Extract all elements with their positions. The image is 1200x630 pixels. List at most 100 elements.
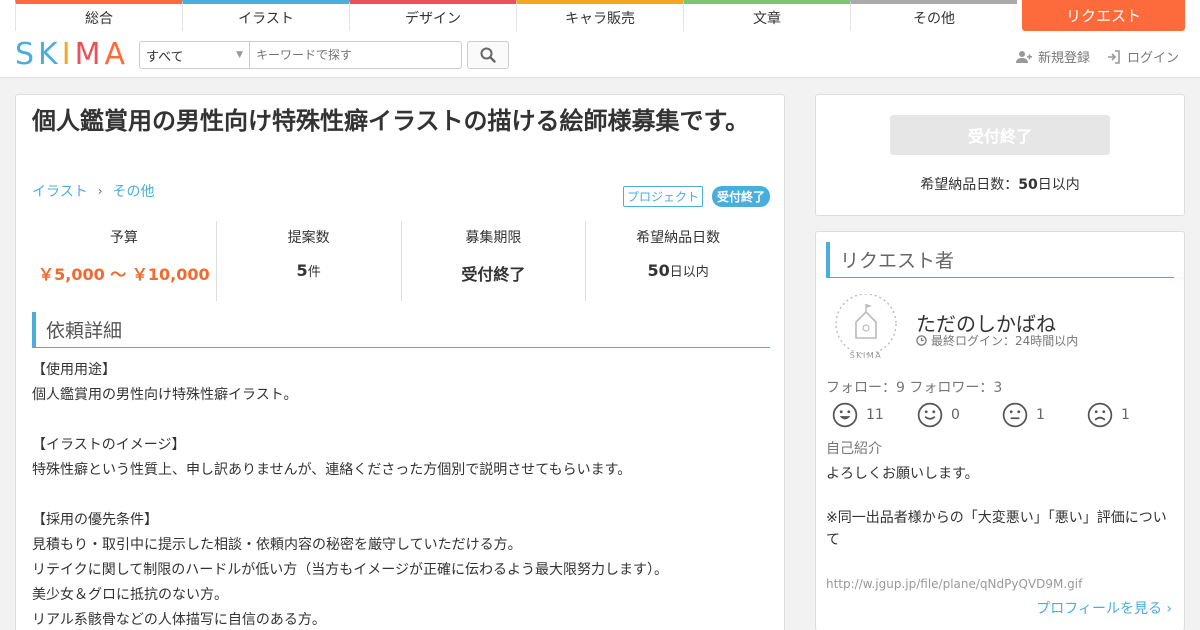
logo-letter: A <box>104 37 130 72</box>
logo-letter: K <box>38 37 62 72</box>
project-tag: プロジェクト <box>623 186 703 207</box>
closed-button: 受付終了 <box>890 115 1110 155</box>
nav-category-4[interactable]: 文章 <box>683 0 850 31</box>
rating-item: 11 <box>832 402 917 428</box>
status-badge: 受付終了 <box>712 186 770 207</box>
rating-item: 0 <box>917 402 1002 428</box>
detail-line: 【使用用途】 <box>32 362 116 378</box>
clock-icon <box>916 335 927 346</box>
detail-line: 美少女＆グロに抵抗のない方。 <box>32 587 228 603</box>
sidebar-delivery-prefix: 希望納品日数： <box>920 177 1019 193</box>
intro-heading: 自己紹介 <box>826 441 882 457</box>
proposals-num: 5 <box>296 261 308 280</box>
category-select[interactable]: すべて ▼ <box>139 41 250 69</box>
category-select-value: すべて <box>146 49 184 65</box>
last-login: 最終ログイン：24時間以内 <box>916 332 1078 349</box>
site-header: SKIMA すべて ▼ 新規登録 ログイン <box>0 31 1200 78</box>
nav-category-2[interactable]: デザイン <box>349 0 516 31</box>
request-title: 個人鑑賞用の男性向け特殊性癖イラストの描ける絵師様募集です。 <box>32 107 750 135</box>
proposals-label: 提案数 <box>287 230 330 246</box>
requester-card: リクエスト者 SKIMA ただのしかばね 最終ログイン：24時間以内 フォロー：… <box>815 231 1185 630</box>
bad-face-icon <box>1002 402 1028 428</box>
login-label: ログイン <box>1127 51 1180 66</box>
breadcrumb-item-other[interactable]: その他 <box>113 181 155 201</box>
detail-heading: 依頼詳細 <box>32 312 770 348</box>
very-good-face-icon <box>832 402 858 428</box>
rating-item: 1 <box>1087 402 1172 428</box>
avatar-text: SKIMA <box>850 351 883 360</box>
budget-value: ￥5,000 〜 ￥10,000 <box>38 265 210 284</box>
proposals-value: 5件 <box>297 261 321 280</box>
nav-category-0[interactable]: 総合 <box>15 0 182 31</box>
deadline-label: 募集期限 <box>465 230 522 246</box>
proposals-unit: 件 <box>307 265 321 280</box>
rating-count: 1 <box>1121 407 1130 423</box>
breadcrumb-item-illust[interactable]: イラスト <box>32 181 88 201</box>
intro-line <box>826 551 1176 573</box>
delivery-unit: 日以内 <box>669 265 709 280</box>
detail-body: 【使用用途】個人鑑賞用の男性向け特殊性癖イラスト。 【イラストのイメージ】特殊性癖… <box>32 358 772 630</box>
breadcrumb: イラスト › その他 <box>32 181 155 201</box>
view-profile-link[interactable]: プロフィールを見る › <box>1036 598 1172 618</box>
nav-category-5[interactable]: その他 <box>850 0 1017 31</box>
search-input[interactable] <box>250 41 462 69</box>
very-bad-face-icon <box>1087 402 1113 428</box>
rating-summary: 11 0 1 1 <box>832 402 1172 428</box>
last-login-text: 最終ログイン：24時間以内 <box>931 334 1079 348</box>
stat-delivery: 希望納品日数 50日以内 <box>586 221 770 301</box>
delivery-value: 50日以内 <box>647 261 708 280</box>
detail-line: リアル系骸骨などの人体描写に自信のある方。 <box>32 612 326 628</box>
rating-count: 0 <box>951 407 960 423</box>
follow-counts: フォロー：9 フォロワー：3 <box>826 380 1003 396</box>
stat-proposals: 提案数 5件 <box>217 221 402 301</box>
intro-line <box>826 485 1176 507</box>
register-link[interactable]: 新規登録 <box>1016 47 1090 66</box>
search-icon <box>480 47 496 63</box>
intro-line: よろしくお願いします。 <box>826 466 979 482</box>
chevron-right-icon: › <box>97 184 103 198</box>
sidebar-delivery: 希望納品日数：50日以内 <box>816 174 1184 194</box>
sidebar-delivery-unit: 日以内 <box>1037 177 1080 193</box>
avatar[interactable]: SKIMA <box>832 294 900 362</box>
intro-body: よろしくお願いします。 ※同一出品者様からの「大変悪い」「悪い」評価について htt… <box>826 463 1176 595</box>
logo-letter: M <box>74 37 105 72</box>
login-link[interactable]: ログイン <box>1107 47 1179 66</box>
rating-count: 11 <box>866 407 884 423</box>
detail-line <box>32 408 772 433</box>
delivery-num: 50 <box>647 261 670 280</box>
request-nav-button[interactable]: リクエスト <box>1022 0 1185 31</box>
detail-line: 【イラストのイメージ】 <box>32 437 186 453</box>
budget-label: 予算 <box>109 230 138 246</box>
logo-letter: S <box>15 37 39 72</box>
search-button[interactable] <box>467 41 509 69</box>
sidebar-delivery-num: 50 <box>1018 177 1038 193</box>
detail-line: 個人鑑賞用の男性向け特殊性癖イラスト。 <box>32 387 298 403</box>
status-card: 受付終了 希望納品日数：50日以内 <box>815 94 1185 216</box>
request-stats: 予算 ￥5,000 〜 ￥10,000 提案数 5件 募集期限 受付終了 希望納… <box>32 221 770 301</box>
detail-line: 特殊性癖という性質上、申し訳ありませんが、連絡くださった方個別で説明させてもらい… <box>32 462 632 478</box>
detail-line <box>32 483 772 508</box>
category-nav: 総合 イラスト デザイン キャラ販売 文章 その他 <box>0 0 1200 31</box>
rating-count: 1 <box>1036 407 1045 423</box>
intro-line: ※同一出品者様からの「大変悪い」「悪い」評価について <box>826 510 1167 548</box>
stat-deadline: 募集期限 受付終了 <box>402 221 587 301</box>
chevron-down-icon: ▼ <box>236 50 243 60</box>
detail-line: 【採用の優先条件】 <box>32 512 158 528</box>
add-user-icon <box>1016 50 1032 63</box>
request-detail-card: 個人鑑賞用の男性向け特殊性癖イラストの描ける絵師様募集です。 イラスト › その… <box>15 94 785 630</box>
logo-letter: I <box>61 37 75 72</box>
register-label: 新規登録 <box>1038 51 1091 66</box>
good-face-icon <box>917 402 943 428</box>
nav-category-1[interactable]: イラスト <box>182 0 349 31</box>
detail-line: リテイクに関して制限のハードルが低い方（当方もイメージが正確に伝わるよう最大限努… <box>32 562 669 578</box>
intro-link[interactable]: http://w.jgup.jp/file/plane/qNdPyQVD9M.g… <box>826 573 1176 595</box>
nav-category-3[interactable]: キャラ販売 <box>516 0 683 31</box>
rating-item: 1 <box>1002 402 1087 428</box>
skima-logo[interactable]: SKIMA <box>15 39 129 71</box>
requester-heading: リクエスト者 <box>826 242 1174 278</box>
deadline-value: 受付終了 <box>461 265 526 284</box>
detail-line: 見積もり・取引中に提示した相談・依頼内容の秘密を厳守していただける方。 <box>32 537 522 553</box>
stat-budget: 予算 ￥5,000 〜 ￥10,000 <box>32 221 217 301</box>
sign-in-icon <box>1108 49 1120 64</box>
delivery-label: 希望納品日数 <box>636 230 721 246</box>
